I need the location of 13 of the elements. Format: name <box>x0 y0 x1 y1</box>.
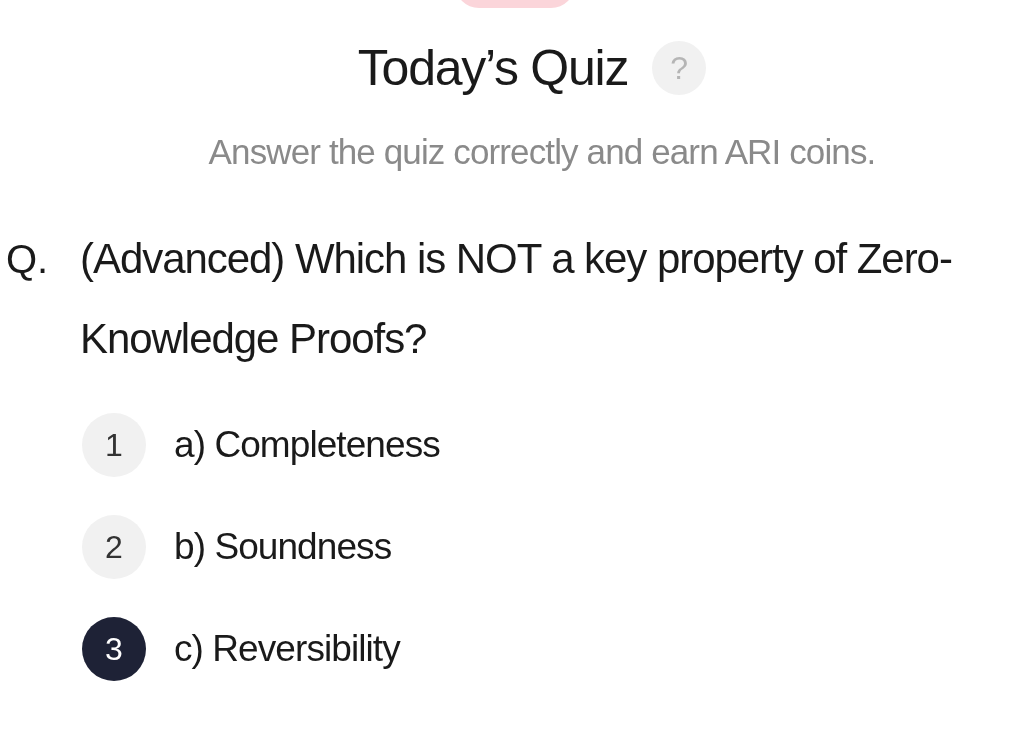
question-text: (Advanced) Which is NOT a key property of Zero-Knowledge Proofs? <box>80 233 953 364</box>
answer-option[interactable]: 2 b) Soundness <box>82 514 1024 579</box>
quiz-subtitle: Answer the quiz correctly and earn ARI coins. <box>207 131 877 173</box>
quiz-title: Today’s Quiz <box>357 39 629 98</box>
option-label: a) Completeness <box>174 422 440 467</box>
option-label: c) Reversibility <box>174 626 400 671</box>
answer-option[interactable]: 1 a) Completeness <box>82 412 1024 477</box>
option-label: b) Soundness <box>174 524 392 569</box>
option-number: 2 <box>82 514 146 579</box>
answer-option[interactable]: 3 c) Reversibility <box>82 616 1024 681</box>
option-number: 1 <box>82 412 146 477</box>
option-number: 3 <box>82 616 146 681</box>
question-prefix: Q. <box>6 235 50 283</box>
